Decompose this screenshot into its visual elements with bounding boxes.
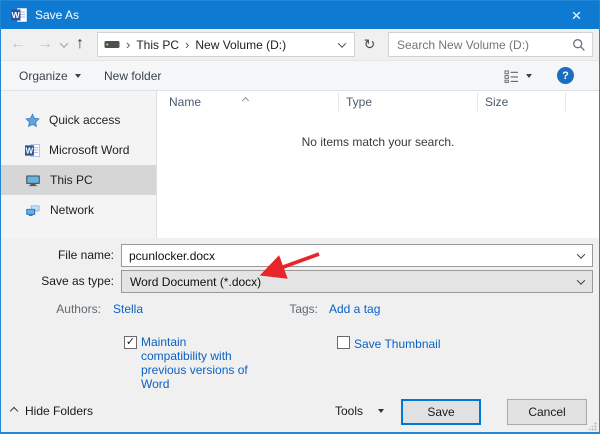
sidebar-item-label: Quick access xyxy=(49,113,120,127)
views-dropdown-icon xyxy=(526,74,532,78)
sidebar-item-this-pc[interactable]: This PC xyxy=(1,165,156,195)
search-input[interactable] xyxy=(389,38,572,52)
new-folder-button[interactable]: New folder xyxy=(104,61,161,91)
save-as-type-combobox[interactable]: Word Document (*.docx) xyxy=(121,270,593,293)
address-dropdown-chevron-icon[interactable] xyxy=(338,39,346,47)
computer-icon xyxy=(25,173,41,188)
column-header-size[interactable]: Size xyxy=(478,93,566,111)
tools-dropdown-icon xyxy=(378,409,384,413)
compatibility-checkbox-label[interactable]: Maintain compatibility with previous ver… xyxy=(141,335,255,391)
chevron-up-icon xyxy=(10,407,18,415)
tools-button[interactable]: Tools xyxy=(335,404,384,418)
navigation-pane: Quick access W Microsoft Word xyxy=(1,91,157,238)
new-folder-label: New folder xyxy=(104,69,161,83)
file-name-combobox xyxy=(121,244,593,267)
file-name-label: File name: xyxy=(1,248,114,262)
empty-list-message: No items match your search. xyxy=(157,113,599,149)
word-app-icon: W xyxy=(11,7,27,23)
save-as-type-dropdown-chevron-icon[interactable] xyxy=(577,276,585,284)
save-as-type-label: Save as type: xyxy=(1,274,114,288)
views-icon xyxy=(504,70,519,83)
sort-ascending-icon xyxy=(243,92,248,106)
breadcrumb-this-pc[interactable]: This PC xyxy=(136,38,179,52)
compatibility-checkbox[interactable]: ✓ xyxy=(124,336,137,349)
tools-label: Tools xyxy=(335,404,363,418)
content-area: Quick access W Microsoft Word xyxy=(1,91,599,238)
navigation-bar: ← → ↑ › This PC › New Volume (D:) ↻ xyxy=(1,29,599,61)
file-name-dropdown-chevron-icon[interactable] xyxy=(577,250,585,258)
authors-label: Authors: xyxy=(1,302,101,316)
hide-folders-label: Hide Folders xyxy=(25,404,93,418)
back-icon[interactable]: ← xyxy=(10,34,26,54)
svg-text:W: W xyxy=(12,10,21,20)
refresh-button[interactable]: ↻ xyxy=(357,32,382,57)
column-header-name[interactable]: Name xyxy=(157,93,339,111)
file-name-input[interactable] xyxy=(122,249,578,263)
star-icon xyxy=(25,113,40,128)
up-icon[interactable]: ↑ xyxy=(76,34,84,54)
sidebar-item-microsoft-word[interactable]: W Microsoft Word xyxy=(1,135,156,165)
sidebar-item-network[interactable]: Network xyxy=(1,195,156,225)
sidebar-item-quick-access[interactable]: Quick access xyxy=(1,105,156,135)
checkmark-icon: ✓ xyxy=(126,337,135,348)
sidebar-item-label: Microsoft Word xyxy=(49,143,129,157)
hide-folders-button[interactable]: Hide Folders xyxy=(11,404,93,418)
breadcrumb-separator: › xyxy=(120,37,136,52)
breadcrumb-separator: › xyxy=(179,37,195,52)
column-header-type[interactable]: Type xyxy=(339,93,478,111)
word-icon: W xyxy=(25,143,40,158)
svg-text:W: W xyxy=(26,146,34,155)
sidebar-item-label: Network xyxy=(50,203,94,217)
title-bar: W Save As × xyxy=(1,1,599,29)
network-icon xyxy=(25,203,41,218)
forward-icon[interactable]: → xyxy=(37,34,53,54)
save-as-dialog: W Save As × ← → ↑ › This PC › New Volume… xyxy=(0,0,600,434)
window-title: Save As xyxy=(35,8,79,22)
organize-label: Organize xyxy=(19,69,68,83)
close-button[interactable]: × xyxy=(554,1,599,29)
file-list-pane: Name Type Size No items match your searc… xyxy=(157,91,599,238)
cancel-button[interactable]: Cancel xyxy=(507,399,587,425)
help-button[interactable]: ? xyxy=(557,67,574,84)
sidebar-item-label: This PC xyxy=(50,173,93,187)
authors-value-link[interactable]: Stella xyxy=(113,302,143,316)
organize-dropdown-icon xyxy=(75,74,81,78)
views-button[interactable] xyxy=(504,61,532,91)
add-tag-link[interactable]: Add a tag xyxy=(329,302,380,316)
search-box xyxy=(388,32,593,57)
save-thumbnail-checkbox-label[interactable]: Save Thumbnail xyxy=(354,337,441,351)
tags-label: Tags: xyxy=(261,302,318,316)
search-icon[interactable] xyxy=(572,38,586,52)
breadcrumb-new-volume[interactable]: New Volume (D:) xyxy=(195,38,286,52)
resize-grip[interactable] xyxy=(588,422,597,431)
save-thumbnail-checkbox[interactable] xyxy=(337,336,350,349)
drive-icon xyxy=(104,39,120,50)
address-bar[interactable]: › This PC › New Volume (D:) xyxy=(97,32,355,57)
command-bar: Organize New folder ? xyxy=(1,61,599,91)
recent-locations-chevron-icon[interactable] xyxy=(60,39,68,47)
column-headers: Name Type Size xyxy=(157,91,599,113)
save-as-type-value: Word Document (*.docx) xyxy=(122,275,578,289)
organize-button[interactable]: Organize xyxy=(19,61,81,91)
save-button[interactable]: Save xyxy=(401,399,481,425)
